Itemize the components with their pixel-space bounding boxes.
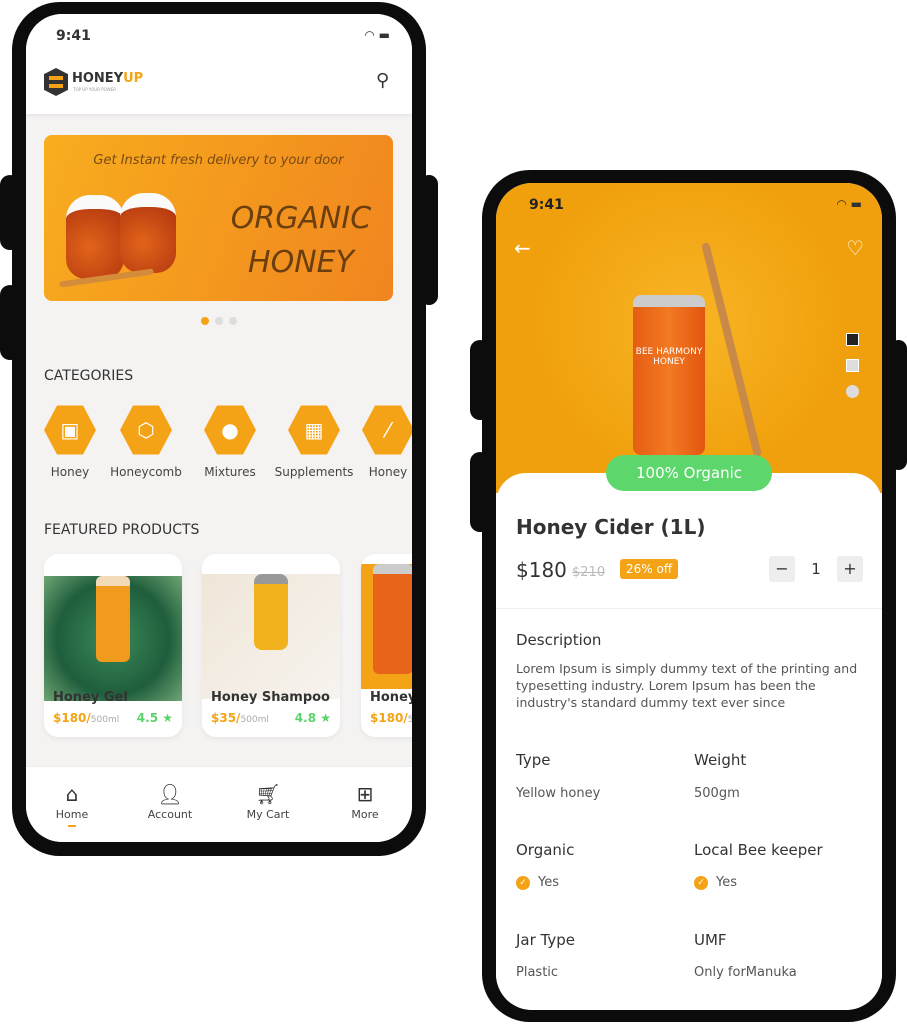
spec-label: Jar Type — [516, 931, 576, 949]
category-honeycomb[interactable]: ⬡ Honeycomb — [106, 404, 186, 479]
back-arrow-icon[interactable]: ← — [514, 236, 531, 260]
honey-jar-image — [120, 193, 176, 273]
carousel-dot-active[interactable] — [201, 317, 209, 325]
logo-tagline: TOP UP YOUR POWER — [73, 87, 117, 92]
supplement-jar-icon: ▦ — [288, 405, 340, 455]
honey-dipper-icon: ⁄ — [362, 405, 412, 455]
product-name: Honey Shampoo — [211, 690, 330, 705]
carousel-dot[interactable] — [229, 317, 237, 325]
nav-cart[interactable]: 🛒︎ My Cart — [228, 782, 308, 821]
spec-value: Yellow honey — [516, 786, 601, 801]
product-title: Honey Cider (1L) — [516, 515, 706, 539]
quantity-value: 1 — [811, 560, 821, 578]
spec-label: Organic — [516, 841, 575, 859]
account-icon: 👤︎ — [157, 782, 183, 806]
detail-screen: 9:41 ◠ ▬ ← ♡ BEE HARMONY HONEY 100% Orga… — [496, 183, 882, 1010]
spec-label: Weight — [694, 751, 747, 769]
honey-jar-image — [66, 195, 124, 279]
detail-sheet — [496, 473, 882, 1010]
spec-value: Plastic — [516, 965, 559, 980]
image-thumb-icon[interactable] — [846, 359, 859, 372]
wifi-battery-icon: ◠ ▬ — [836, 197, 862, 211]
product-card[interactable]: Honey $180/500ml — [361, 554, 412, 737]
nav-more[interactable]: ⊞ More — [325, 782, 405, 821]
product-price: $180/500ml — [53, 711, 120, 725]
organic-badge: 100% Organic — [606, 455, 772, 491]
active-indicator — [68, 825, 76, 827]
spec-label: Local Bee keeper — [694, 841, 823, 859]
price: $180 — [516, 558, 567, 582]
spec-value: Only forManuka — [694, 965, 797, 980]
product-name: Honey — [370, 690, 412, 705]
video-thumb-icon[interactable] — [846, 385, 859, 398]
product-card[interactable]: Honey Gel $180/500ml 4.5 ★ — [44, 554, 182, 737]
banner-title: ORGANIC HONEY — [230, 201, 372, 280]
spec-value: ✓ Yes — [516, 875, 559, 890]
product-rating: 4.5 ★ — [136, 711, 173, 725]
honey-jar-image: BEE HARMONY HONEY — [633, 295, 705, 455]
divider — [496, 608, 882, 609]
wifi-battery-icon: ◠ ▬ — [364, 28, 390, 42]
check-icon: ✓ — [694, 875, 708, 890]
honey-jar-icon: ▣ — [44, 405, 96, 455]
product-image — [361, 564, 412, 689]
nav-home[interactable]: ⌂ Home — [32, 782, 112, 827]
increment-button[interactable]: + — [837, 556, 863, 582]
spec-label: Type — [516, 751, 551, 769]
decrement-button[interactable]: − — [769, 556, 795, 582]
mixture-icon: ● — [204, 405, 256, 455]
status-time: 9:41 — [529, 197, 564, 213]
carousel-dot[interactable] — [215, 317, 223, 325]
old-price: $210 — [572, 565, 606, 580]
spec-label: UMF — [694, 931, 727, 949]
search-icon[interactable]: ⚲ — [376, 70, 389, 91]
featured-title: FEATURED PRODUCTS — [44, 522, 200, 538]
product-rating: 4.8 ★ — [294, 711, 331, 725]
discount-badge: 26% off — [620, 559, 679, 579]
jar-label: BEE HARMONY HONEY — [635, 347, 703, 367]
home-screen: 9:41 ◠ ▬ HONEYUP TOP UP YOUR POWER ⚲ Get… — [26, 14, 412, 842]
spec-value: 500gm — [694, 786, 740, 801]
product-name: Honey Gel — [53, 690, 128, 705]
product-card[interactable]: Honey Shampoo $35/500ml 4.8 ★ — [202, 554, 340, 737]
category-mixtures[interactable]: ● Mixtures — [190, 404, 270, 479]
status-time: 9:41 — [56, 28, 91, 44]
grid-icon: ⊞ — [356, 782, 374, 806]
description-text: Lorem Ipsum is simply dummy text of the … — [516, 661, 858, 710]
heart-icon[interactable]: ♡ — [846, 236, 864, 260]
category-honey-2[interactable]: ⁄ Honey — [348, 404, 412, 479]
product-price: $35/500ml — [211, 711, 269, 725]
promo-banner[interactable]: Get Instant fresh delivery to your door … — [44, 135, 393, 301]
home-icon: ⌂ — [65, 782, 79, 806]
product-image — [44, 576, 182, 701]
nav-account[interactable]: 👤︎ Account — [130, 782, 210, 821]
category-supplements[interactable]: ▦ Supplements — [274, 404, 354, 479]
categories-title: CATEGORIES — [44, 368, 134, 384]
cart-icon: 🛒︎ — [255, 782, 281, 806]
check-icon: ✓ — [516, 875, 530, 890]
product-price: $180/500ml — [370, 711, 412, 725]
logo: HONEYUP — [72, 71, 144, 86]
description-title: Description — [516, 631, 602, 649]
spec-value: ✓ Yes — [694, 875, 737, 890]
image-thumb-icon[interactable] — [846, 333, 859, 346]
product-image — [202, 574, 340, 699]
honeycomb-icon: ⬡ — [120, 405, 172, 455]
banner-tagline: Get Instant fresh delivery to your door — [93, 153, 344, 168]
category-honey[interactable]: ▣ Honey — [30, 404, 110, 479]
